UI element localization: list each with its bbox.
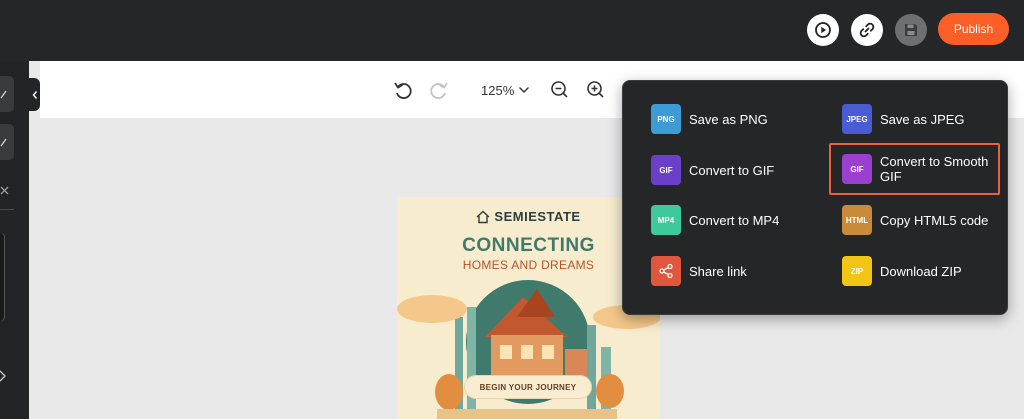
edit-icon xyxy=(0,90,7,99)
sidebar-thumbnail[interactable] xyxy=(0,233,4,321)
menu-item-label: Save as PNG xyxy=(689,111,768,127)
sidebar-tool-1[interactable] xyxy=(0,76,14,112)
sidebar-divider xyxy=(0,209,14,210)
left-sidebar xyxy=(0,61,29,419)
cta-button: BEGIN YOUR JOURNEY xyxy=(464,375,592,399)
play-circle-icon xyxy=(815,22,831,38)
save-button[interactable] xyxy=(895,14,927,46)
mp4-icon: MP4 xyxy=(651,205,681,235)
undo-icon xyxy=(394,82,412,99)
collapse-sidebar-button[interactable] xyxy=(29,78,40,111)
menu-item-save-jpeg[interactable]: JPEG Save as JPEG xyxy=(842,100,1002,138)
floppy-disk-icon xyxy=(905,24,917,36)
export-menu: PNG Save as PNG JPEG Save as JPEG GIF Co… xyxy=(622,80,1008,315)
subheadline: HOMES AND DREAMS xyxy=(462,258,595,272)
menu-item-download-zip[interactable]: ZIP Download ZIP xyxy=(842,252,1002,290)
zoom-out-button[interactable] xyxy=(550,80,570,100)
design-canvas[interactable]: SEMIESTATE CONNECTING HOMES AND DREAMS B… xyxy=(397,197,660,419)
brand-name: SEMIESTATE xyxy=(494,209,581,224)
copy-link-button[interactable] xyxy=(851,14,883,46)
html-icon: HTML xyxy=(842,205,872,235)
gif-icon: GIF xyxy=(651,155,681,185)
chevron-left-icon xyxy=(32,90,37,99)
menu-item-label: Share link xyxy=(689,263,747,279)
zoom-level[interactable]: 125% xyxy=(481,83,514,98)
menu-item-copy-html5[interactable]: HTML Copy HTML5 code xyxy=(842,201,1002,239)
png-icon: PNG xyxy=(651,104,681,134)
top-bar: Publish xyxy=(0,0,1024,61)
headline: CONNECTING xyxy=(462,235,595,256)
menu-item-convert-mp4[interactable]: MP4 Convert to MP4 xyxy=(651,201,821,239)
chevron-down-icon xyxy=(519,87,529,93)
redo-button[interactable] xyxy=(427,78,451,102)
link-icon xyxy=(859,22,875,38)
brand-logo: SEMIESTATE xyxy=(397,209,660,224)
menu-item-label: Copy HTML5 code xyxy=(880,212,989,228)
zoom-in-icon xyxy=(587,81,604,98)
redo-icon xyxy=(430,82,448,99)
menu-item-share-link[interactable]: Share link xyxy=(651,252,821,290)
sidebar-tool-2[interactable] xyxy=(0,124,14,160)
menu-item-save-png[interactable]: PNG Save as PNG xyxy=(651,100,821,138)
share-icon xyxy=(651,256,681,286)
zip-icon: ZIP xyxy=(842,256,872,286)
edit-icon xyxy=(0,138,7,147)
zoom-dropdown[interactable] xyxy=(517,82,531,98)
menu-item-convert-gif[interactable]: GIF Convert to GIF xyxy=(651,151,821,189)
undo-button[interactable] xyxy=(391,78,415,102)
menu-item-label: Save as JPEG xyxy=(880,111,965,127)
zoom-out-icon xyxy=(551,81,568,98)
close-icon[interactable] xyxy=(0,361,8,391)
preview-button[interactable] xyxy=(807,14,839,46)
menu-item-convert-smooth-gif[interactable]: GIF Convert to Smooth GIF xyxy=(829,143,1000,195)
publish-button[interactable]: Publish xyxy=(938,13,1009,45)
house-logo-icon xyxy=(476,210,490,223)
zoom-in-button[interactable] xyxy=(586,80,606,100)
menu-item-label: Convert to GIF xyxy=(689,162,775,178)
menu-item-label: Convert to Smooth GIF xyxy=(880,154,989,184)
jpeg-icon: JPEG xyxy=(842,104,872,134)
gif-icon: GIF xyxy=(842,154,872,184)
menu-item-label: Convert to MP4 xyxy=(689,212,780,228)
close-icon[interactable] xyxy=(0,185,10,197)
menu-item-label: Download ZIP xyxy=(880,263,962,279)
